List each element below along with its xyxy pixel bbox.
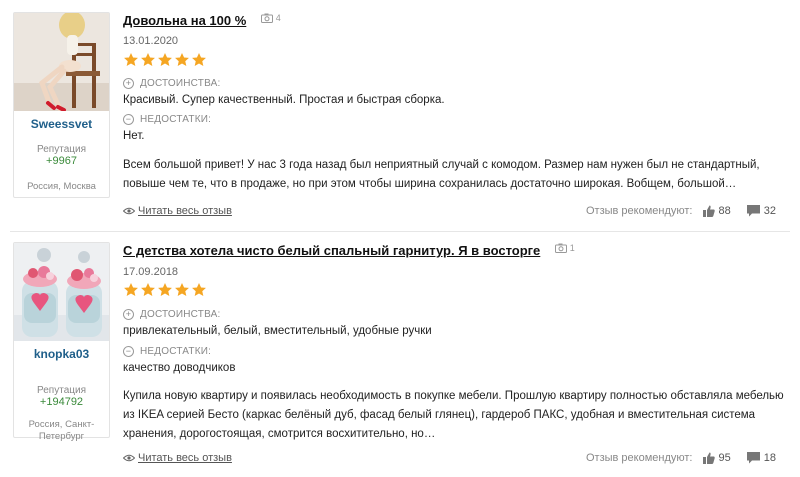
user-card: knopka03 Репутация +194792 Россия, Санкт… <box>13 242 110 442</box>
review-title[interactable]: Довольна на 100 % <box>123 13 246 28</box>
reputation-value: +194792 <box>39 396 84 408</box>
star-icon <box>124 283 138 296</box>
pros-heading: + ДОСТОИНСТВА: <box>123 309 220 320</box>
eye-icon <box>123 207 135 215</box>
user-city: Россия, Санкт-Петербург <box>28 419 95 442</box>
comment-stat[interactable]: 18 <box>746 452 776 464</box>
eye-icon <box>123 454 135 462</box>
user-card: Sweessvet Репутация +9967 Россия, Москва <box>13 12 110 198</box>
cons-text: Нет. <box>123 130 145 142</box>
review-body: Купила новую квартиру и появилась необхо… <box>123 390 784 440</box>
thumbs-up-icon <box>702 452 715 464</box>
camera-icon <box>554 243 567 253</box>
cons-label: НЕДОСТАТКИ: <box>140 346 212 357</box>
username[interactable]: knopka03 <box>14 347 109 361</box>
star-icon <box>158 53 172 66</box>
like-stat[interactable]: 88 <box>702 205 731 217</box>
user-city: Россия, Москва <box>27 181 96 192</box>
star-icon <box>192 283 206 296</box>
star-icon <box>175 53 189 66</box>
review-date: 17.09.2018 <box>123 266 179 278</box>
pros-text: привлекательный, белый, вместительный, у… <box>123 325 432 337</box>
reputation-value: +9967 <box>46 155 77 167</box>
reputation-label: Репутация <box>37 144 86 155</box>
photo-count-value: 4 <box>275 13 281 23</box>
like-count: 88 <box>718 205 731 217</box>
pros-text: Красивый. Супер качественный. Простая и … <box>123 94 445 106</box>
recommend-bar: Отзыв рекомендуют: 95 18 <box>586 452 776 464</box>
reputation-label: Репутация <box>37 385 86 396</box>
pros-label: ДОСТОИНСТВА: <box>140 309 221 320</box>
review-body: Всем большой привет! У нас 3 года назад … <box>123 159 760 190</box>
pros-label: ДОСТОИНСТВА: <box>140 78 221 89</box>
review-date: 13.01.2020 <box>123 35 179 47</box>
like-count: 95 <box>718 452 731 464</box>
read-more-label: Читать весь отзыв <box>138 205 232 217</box>
review-title[interactable]: С детства хотела чисто белый спальный га… <box>123 243 540 258</box>
comment-icon <box>746 452 760 464</box>
cons-text: качество доводчиков <box>123 362 236 374</box>
pros-heading: + ДОСТОИНСТВА: <box>123 78 220 89</box>
plus-icon: + <box>123 78 134 89</box>
star-icon <box>158 283 172 296</box>
recommend-bar: Отзыв рекомендуют: 88 32 <box>586 205 776 217</box>
like-stat[interactable]: 95 <box>702 452 731 464</box>
photo-count[interactable]: 1 <box>554 243 575 253</box>
recommend-label: Отзыв рекомендуют: <box>585 205 693 217</box>
comment-count: 32 <box>763 205 776 217</box>
star-icon <box>192 53 206 66</box>
plus-icon: + <box>123 309 134 320</box>
recommend-label: Отзыв рекомендуют: <box>585 452 693 464</box>
camera-icon <box>260 13 273 23</box>
title-row: Довольна на 100 % 4 <box>123 12 281 30</box>
cons-heading: − НЕДОСТАТКИ: <box>123 346 211 357</box>
cons-label: НЕДОСТАТКИ: <box>140 114 212 125</box>
review-card: knopka03 Репутация +194792 Россия, Санкт… <box>0 232 800 477</box>
star-rating <box>123 52 207 68</box>
read-more-label: Читать весь отзыв <box>138 452 232 464</box>
avatar[interactable] <box>14 243 109 341</box>
star-icon <box>141 53 155 66</box>
minus-icon: − <box>123 114 134 125</box>
read-more-link[interactable]: Читать весь отзыв <box>123 205 232 217</box>
cons-heading: − НЕДОСТАТКИ: <box>123 114 211 125</box>
comment-count: 18 <box>763 452 776 464</box>
comment-stat[interactable]: 32 <box>746 205 776 217</box>
title-row: С детства хотела чисто белый спальный га… <box>123 242 575 260</box>
star-icon <box>124 53 138 66</box>
star-rating <box>123 282 207 298</box>
username[interactable]: Sweessvet <box>14 117 109 131</box>
photo-count-value: 1 <box>569 243 575 253</box>
photo-count[interactable]: 4 <box>260 13 281 23</box>
review-card: Sweessvet Репутация +9967 Россия, Москва… <box>0 0 800 232</box>
comment-icon <box>746 205 760 217</box>
thumbs-up-icon <box>702 205 715 217</box>
star-icon <box>175 283 189 296</box>
minus-icon: − <box>123 346 134 357</box>
star-icon <box>141 283 155 296</box>
read-more-link[interactable]: Читать весь отзыв <box>123 452 232 464</box>
avatar[interactable] <box>14 13 109 111</box>
